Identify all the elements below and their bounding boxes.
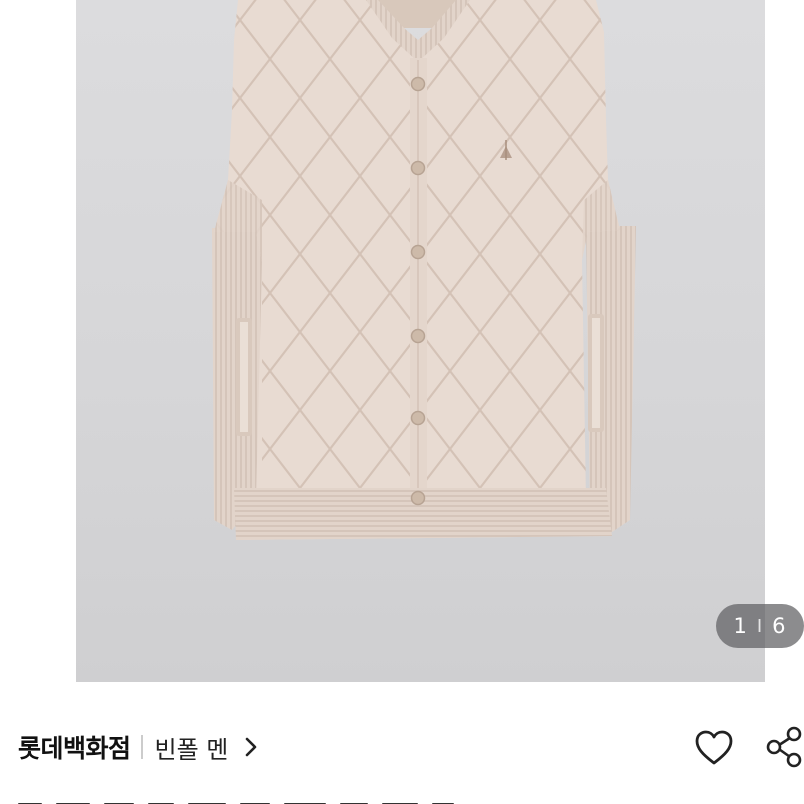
product-title-clipped [18, 796, 578, 804]
current-image-index: 1 [733, 614, 748, 638]
chevron-right-icon [244, 737, 258, 757]
like-button[interactable] [694, 728, 734, 768]
store-brand-divider [140, 735, 143, 759]
product-image-carousel[interactable]: 1 I 6 [0, 0, 804, 682]
store-name: 롯데백화점 [18, 734, 131, 763]
quilted-vest-image [212, 0, 636, 540]
share-icon [766, 726, 802, 768]
share-button[interactable] [764, 726, 804, 768]
image-page-counter: 1 I 6 [716, 604, 804, 648]
heart-icon [695, 730, 733, 765]
store-brand-link[interactable]: 롯데백화점 빈폴 멘 [18, 728, 258, 766]
counter-separator: I [756, 615, 764, 637]
brand-name: 빈폴 멘 [154, 735, 229, 764]
total-image-count: 6 [772, 614, 787, 638]
